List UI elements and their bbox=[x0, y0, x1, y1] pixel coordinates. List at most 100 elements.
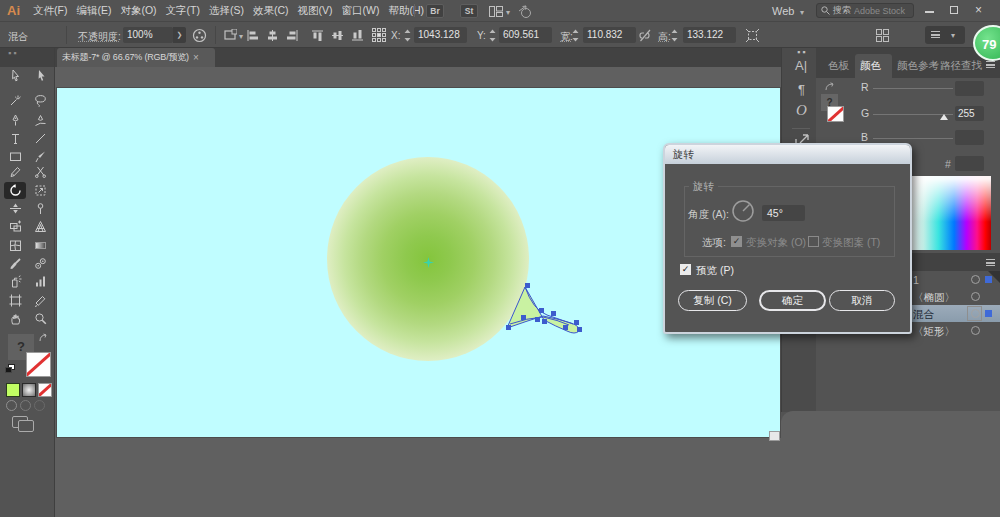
blend-tool[interactable] bbox=[29, 255, 51, 272]
align-center-v-icon[interactable] bbox=[331, 29, 344, 42]
selection-tool[interactable] bbox=[4, 67, 26, 84]
search-adobe-stock-input[interactable]: 搜索 Adobe Stock bbox=[816, 3, 914, 18]
g-value-input[interactable]: 255 bbox=[955, 106, 984, 121]
arrange-documents-icon[interactable] bbox=[489, 6, 503, 17]
gradient-tool[interactable] bbox=[29, 237, 51, 254]
menu-item-6[interactable]: 视图(V) bbox=[298, 4, 333, 18]
tab-color[interactable]: 颜色 bbox=[860, 59, 881, 73]
layer-target-icon[interactable] bbox=[971, 309, 980, 318]
slice-tool[interactable] bbox=[29, 292, 51, 309]
angle-dial-icon[interactable] bbox=[731, 199, 755, 223]
transform-pattern-checkbox[interactable] bbox=[808, 236, 819, 247]
stock-button[interactable]: St bbox=[460, 4, 478, 18]
cancel-button[interactable]: 取消 bbox=[829, 290, 895, 311]
ok-button[interactable]: 确定 bbox=[759, 290, 826, 311]
x-input[interactable]: 1043.128 bbox=[414, 27, 467, 43]
align-top-icon[interactable] bbox=[311, 29, 324, 42]
swap-fill-stroke-icon[interactable] bbox=[38, 333, 50, 343]
color-mode-swatch[interactable] bbox=[6, 383, 20, 397]
layer-target-icon[interactable] bbox=[971, 326, 980, 335]
hand-tool[interactable] bbox=[4, 310, 26, 327]
menu-item-3[interactable]: 文字(T) bbox=[166, 4, 200, 18]
direct-selection-tool[interactable] bbox=[29, 67, 51, 84]
toolbar-collapse-dots[interactable]: ▪▪ bbox=[8, 48, 18, 58]
stepper-icon[interactable] bbox=[671, 29, 678, 42]
opacity-input[interactable]: 100% bbox=[123, 27, 173, 43]
menu-item-5[interactable]: 效果(C) bbox=[253, 4, 289, 18]
rotate-tool[interactable] bbox=[4, 182, 26, 199]
transform-icon[interactable] bbox=[745, 28, 760, 43]
arrange-chevron-icon[interactable]: ▾ bbox=[506, 8, 510, 17]
angle-input[interactable]: 45° bbox=[762, 205, 805, 221]
b-slider[interactable] bbox=[873, 138, 953, 139]
dock-collapse-dots[interactable]: ▪▪ bbox=[797, 47, 807, 57]
color-swap-icon[interactable] bbox=[824, 82, 837, 92]
color-spectrum[interactable] bbox=[909, 176, 991, 250]
bridge-button[interactable]: Br bbox=[426, 4, 444, 18]
align-bottom-icon[interactable] bbox=[351, 29, 364, 42]
y-input[interactable]: 609.561 bbox=[499, 27, 552, 43]
tab-close-icon[interactable]: × bbox=[193, 52, 199, 63]
workspace-list-button[interactable]: ▾ bbox=[925, 26, 965, 44]
stepper-icon[interactable] bbox=[489, 29, 496, 42]
restore-button[interactable] bbox=[950, 6, 958, 14]
magic-wand-tool[interactable] bbox=[4, 92, 26, 109]
column-graph-tool[interactable] bbox=[29, 273, 51, 290]
workspace-switcher[interactable]: Web bbox=[772, 5, 794, 17]
type-tool[interactable] bbox=[4, 130, 26, 147]
tab-pathfinder[interactable]: 路径查找 bbox=[940, 59, 982, 73]
scissors-tool[interactable] bbox=[29, 163, 51, 180]
align-center-h-icon[interactable] bbox=[266, 29, 279, 42]
mesh-tool[interactable] bbox=[4, 237, 26, 254]
shape-builder-tool[interactable] bbox=[4, 218, 26, 235]
recolor-artwork-icon[interactable] bbox=[192, 28, 207, 43]
draw-inside-icon[interactable] bbox=[34, 400, 45, 411]
r-slider[interactable] bbox=[873, 88, 953, 89]
pen-tool[interactable] bbox=[4, 112, 26, 129]
workspace-chevron-icon[interactable]: ▾ bbox=[800, 8, 804, 17]
tab-swatches[interactable]: 色板 bbox=[828, 59, 849, 73]
shape-properties-icon[interactable] bbox=[224, 29, 237, 41]
menu-item-1[interactable]: 编辑(E) bbox=[76, 4, 111, 18]
reference-point-icon[interactable] bbox=[372, 28, 386, 42]
menu-item-0[interactable]: 文件(F) bbox=[33, 4, 67, 18]
b-value-input[interactable] bbox=[955, 130, 984, 145]
layer-target-icon[interactable] bbox=[971, 292, 980, 301]
draw-normal-icon[interactable] bbox=[6, 400, 17, 411]
selected-horn-object[interactable] bbox=[501, 281, 593, 339]
none-mode-swatch[interactable] bbox=[38, 383, 52, 397]
minimize-button[interactable] bbox=[925, 11, 934, 13]
menu-item-2[interactable]: 对象(O) bbox=[120, 4, 156, 18]
line-segment-tool[interactable] bbox=[29, 130, 51, 147]
panel-grid-icon[interactable] bbox=[876, 29, 889, 42]
opentype-panel-icon[interactable]: O bbox=[796, 102, 807, 119]
align-right-icon[interactable] bbox=[286, 29, 299, 42]
transform-object-checkbox[interactable]: ✓ bbox=[731, 236, 742, 247]
stepper-icon[interactable] bbox=[572, 29, 579, 42]
align-left-icon[interactable] bbox=[246, 29, 259, 42]
height-input[interactable]: 133.122 bbox=[683, 27, 736, 43]
width-input[interactable]: 110.832 bbox=[583, 27, 636, 43]
character-panel-icon[interactable]: A| bbox=[795, 58, 807, 73]
layer-target-icon[interactable] bbox=[971, 275, 980, 284]
draw-behind-icon[interactable] bbox=[20, 400, 31, 411]
paragraph-panel-icon[interactable]: ¶ bbox=[798, 82, 805, 97]
curvature-tool[interactable] bbox=[29, 112, 51, 129]
width-tool[interactable] bbox=[4, 200, 26, 217]
opacity-dropdown-icon[interactable]: ❯ bbox=[173, 27, 186, 43]
default-fill-stroke-icon[interactable] bbox=[5, 364, 15, 373]
lasso-tool[interactable] bbox=[29, 92, 51, 109]
stepper-icon[interactable] bbox=[404, 29, 411, 42]
free-transform-tool[interactable] bbox=[29, 182, 51, 199]
puppet-warp-tool[interactable] bbox=[29, 200, 51, 217]
menu-item-8[interactable]: 帮助(H) bbox=[389, 4, 425, 18]
g-slider-handle[interactable] bbox=[940, 114, 948, 120]
gradient-mode-swatch[interactable] bbox=[22, 383, 36, 397]
symbol-sprayer-tool[interactable] bbox=[4, 273, 26, 290]
menu-item-4[interactable]: 选择(S) bbox=[209, 4, 244, 18]
copy-button[interactable]: 复制 (C) bbox=[678, 290, 747, 311]
close-button[interactable]: × bbox=[975, 3, 982, 17]
link-dimensions-icon[interactable] bbox=[638, 29, 653, 42]
screen-mode-icon[interactable] bbox=[12, 416, 36, 434]
r-value-input[interactable] bbox=[955, 81, 984, 96]
